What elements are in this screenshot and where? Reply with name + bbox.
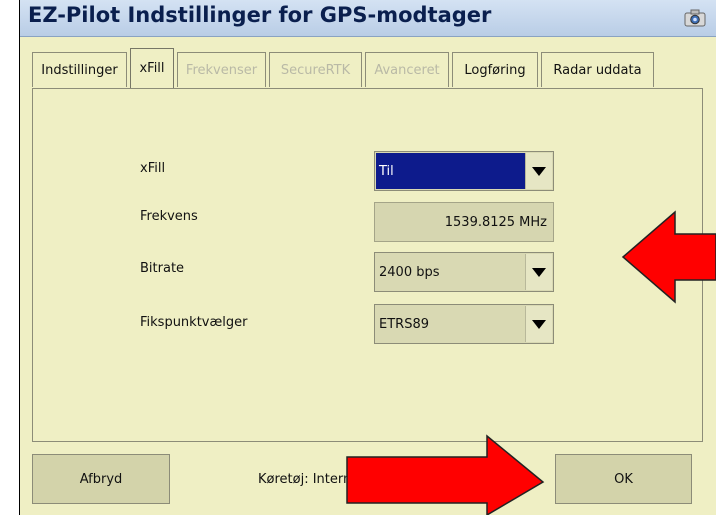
tab-avanceret: Avanceret — [365, 52, 449, 87]
window-title: EZ-Pilot Indstillinger for GPS-modtager — [28, 3, 492, 27]
tab-bar: Indstillinger xFill Frekvenser SecureRTK… — [32, 48, 704, 88]
tab-radar-uddata[interactable]: Radar uddata — [541, 52, 654, 87]
left-border — [0, 0, 21, 515]
tab-indstillinger[interactable]: Indstillinger — [32, 52, 127, 87]
tab-xfill[interactable]: xFill — [130, 48, 174, 88]
datum-label: Fikspunktvælger — [140, 315, 248, 330]
xfill-label: xFill — [140, 161, 166, 176]
arrow-right-icon — [346, 434, 545, 515]
camera-icon[interactable] — [684, 8, 706, 28]
bitrate-label: Bitrate — [140, 261, 185, 276]
datum-dropdown[interactable]: ETRS89 — [374, 304, 554, 344]
xfill-panel: xFill Til Frekvens 1539.8125 MHz Bitrate… — [32, 88, 703, 442]
title-bar: EZ-Pilot Indstillinger for GPS-modtager — [20, 0, 716, 37]
xfill-dropdown[interactable]: Til — [374, 151, 554, 191]
tab-securertk: SecureRTK — [269, 52, 362, 87]
bitrate-value: 2400 bps — [379, 264, 440, 280]
chevron-down-icon[interactable] — [525, 306, 552, 342]
datum-value: ETRS89 — [379, 316, 429, 332]
frequency-label: Frekvens — [140, 209, 198, 224]
cancel-button[interactable]: Afbryd — [32, 454, 170, 504]
vehicle-status: Køretøj: Intern — [258, 472, 352, 487]
tab-frekvenser: Frekvenser — [177, 52, 266, 87]
arrow-left-icon — [621, 210, 716, 304]
bitrate-dropdown[interactable]: 2400 bps — [374, 252, 554, 292]
ok-button[interactable]: OK — [555, 454, 692, 504]
tab-logfoering[interactable]: Logføring — [452, 52, 538, 87]
chevron-down-icon[interactable] — [525, 153, 552, 189]
frequency-value: 1539.8125 MHz — [374, 202, 554, 242]
chevron-down-icon[interactable] — [525, 254, 552, 290]
xfill-value: Til — [379, 163, 394, 179]
